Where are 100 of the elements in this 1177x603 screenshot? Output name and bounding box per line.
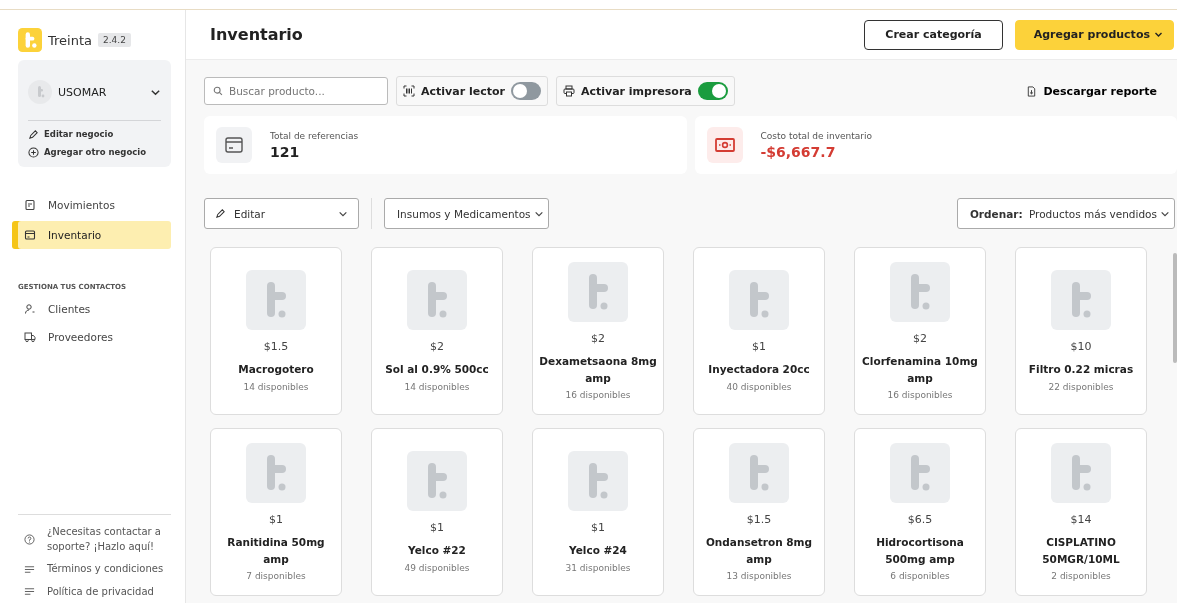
pencil-icon	[28, 128, 39, 140]
product-card[interactable]: $2 Dexametsaona 8mg amp 16 disponibles	[532, 247, 664, 415]
product-card[interactable]: $1 Ranitidina 50mg amp 7 disponibles	[210, 428, 342, 596]
product-card[interactable]: $1.5 Macrogotero 14 disponibles	[210, 247, 342, 415]
help-icon	[24, 534, 35, 545]
product-name: Ranitidina 50mg amp	[226, 534, 326, 567]
product-price: $2	[913, 331, 927, 345]
create-category-button[interactable]: Crear categoría	[864, 19, 1003, 50]
toggle-switch[interactable]	[697, 82, 728, 100]
edit-dropdown[interactable]: Editar	[204, 198, 359, 229]
business-action-link[interactable]: Editar negocio	[44, 129, 114, 139]
product-name: Inyectadora 20cc	[708, 362, 810, 378]
sort-dropdown[interactable]: Ordenar: Productos más vendidos	[956, 198, 1175, 229]
category-dropdown[interactable]: Insumos y Medicamentos	[384, 198, 549, 229]
product-card[interactable]: $1 Yelco #24 31 disponibles	[532, 428, 664, 596]
product-stock: 7 disponibles	[246, 571, 306, 582]
product-price: $6.5	[907, 512, 933, 526]
product-placeholder-icon	[568, 261, 628, 322]
barcode-scanner-icon	[403, 85, 415, 97]
nav-item[interactable]: Proveedores	[18, 323, 171, 351]
version-badge: 2.4.2	[98, 33, 131, 47]
product-placeholder-icon	[568, 451, 628, 512]
stat-value: 121	[270, 143, 301, 160]
product-name: Sol al 0.9% 500cc	[385, 362, 489, 378]
product-price: $14	[1070, 512, 1092, 526]
printer-icon	[562, 85, 575, 97]
product-card[interactable]: $2 Sol al 0.9% 500cc 14 disponibles	[371, 247, 503, 415]
nav-item[interactable]: Clientes	[18, 295, 171, 323]
product-name: Yelco #22	[408, 543, 466, 559]
product-stock: 49 disponibles	[404, 562, 470, 573]
product-name: CISPLATINO 50MGR/10ML	[1041, 534, 1121, 567]
product-placeholder-icon	[246, 442, 306, 503]
stat-label: Total de referencias	[270, 130, 359, 141]
product-placeholder-icon	[890, 261, 950, 322]
business-action-link[interactable]: Agregar otro negocio	[44, 147, 147, 157]
product-price: $2	[591, 331, 605, 345]
logo-icon	[18, 28, 42, 52]
nav-item[interactable]: Movimientos	[18, 191, 171, 219]
product-name: Macrogotero	[238, 362, 314, 378]
toggle-label: Activar impresora	[580, 84, 692, 98]
product-name: Ondansetron 8mg amp	[704, 534, 814, 567]
receipt-icon	[24, 199, 36, 211]
product-price: $10	[1070, 340, 1092, 354]
stat-label: Costo total de inventario	[760, 130, 872, 141]
product-stock: 31 disponibles	[565, 562, 631, 573]
product-price: $1.5	[746, 512, 772, 526]
product-name: Clorfenamina 10mg amp	[861, 353, 979, 386]
avatar-icon	[28, 80, 52, 104]
product-card[interactable]: $1 Yelco #22 49 disponibles	[371, 428, 503, 596]
product-placeholder-icon	[729, 442, 789, 503]
footer-link[interactable]: Términos y condiciones	[47, 562, 164, 577]
page-title: Inventario	[210, 25, 304, 44]
document-lines-icon	[24, 586, 35, 598]
document-lines-icon	[24, 563, 35, 575]
add-products-button[interactable]: Agregar productos	[1014, 19, 1174, 50]
stat-value: -$6,667.7	[760, 143, 837, 160]
download-report-button[interactable]: Descargar reporte	[1006, 84, 1177, 98]
footer-link[interactable]: ¿Necesitas contactar a soporte? ¡Hazlo aquí!	[47, 525, 171, 554]
product-placeholder-icon	[1051, 270, 1111, 331]
footer-link[interactable]: Política de privacidad	[47, 584, 154, 599]
product-price: $1	[752, 340, 766, 354]
scrollbar[interactable]	[1173, 253, 1177, 363]
toggle-switch[interactable]	[510, 82, 541, 100]
product-placeholder-icon	[890, 442, 950, 503]
product-stock: 14 disponibles	[243, 381, 309, 392]
product-name: Yelco #24	[569, 543, 627, 559]
product-name: Dexametsaona 8mg amp	[539, 353, 657, 386]
product-placeholder-icon	[407, 451, 467, 512]
download-file-icon	[1026, 85, 1038, 97]
search-icon	[213, 86, 223, 96]
product-price: $1	[269, 512, 283, 526]
business-name[interactable]: USOMAR	[58, 85, 144, 99]
toggle-label: Activar lector	[421, 84, 505, 98]
product-card[interactable]: $14 CISPLATINO 50MGR/10ML 2 disponibles	[1015, 428, 1147, 596]
chevron-down-icon	[1154, 30, 1163, 39]
plus-circle-icon	[28, 146, 39, 158]
person-icon	[24, 303, 36, 315]
product-card[interactable]: $6.5 Hidrocortisona 500mg amp 6 disponibles	[854, 428, 986, 596]
product-price: $1.5	[263, 340, 289, 354]
product-card[interactable]: $2 Clorfenamina 10mg amp 16 disponibles	[854, 247, 986, 415]
product-card[interactable]: $1 Inyectadora 20cc 40 disponibles	[693, 247, 825, 415]
product-placeholder-icon	[729, 270, 789, 331]
product-name: Filtro 0.22 micras	[1028, 362, 1134, 378]
product-name: Hidrocortisona 500mg amp	[875, 534, 965, 567]
product-card[interactable]: $10 Filtro 0.22 micras 22 disponibles	[1015, 247, 1147, 415]
pencil-icon	[215, 208, 226, 219]
search-field[interactable]: Buscar producto...	[204, 77, 388, 105]
product-placeholder-icon	[246, 270, 306, 331]
product-price: $2	[430, 340, 444, 354]
product-card[interactable]: $1.5 Ondansetron 8mg amp 13 disponibles	[693, 428, 825, 596]
box-icon	[24, 229, 36, 241]
product-stock: 2 disponibles	[1051, 571, 1111, 582]
product-stock: 16 disponibles	[565, 390, 631, 401]
product-price: $1	[591, 521, 605, 535]
product-stock: 16 disponibles	[887, 390, 953, 401]
product-stock: 6 disponibles	[890, 571, 950, 582]
product-stock: 22 disponibles	[1048, 381, 1114, 392]
app-name: Treinta	[48, 32, 92, 48]
product-price: $1	[430, 521, 444, 535]
truck-icon	[24, 331, 36, 343]
